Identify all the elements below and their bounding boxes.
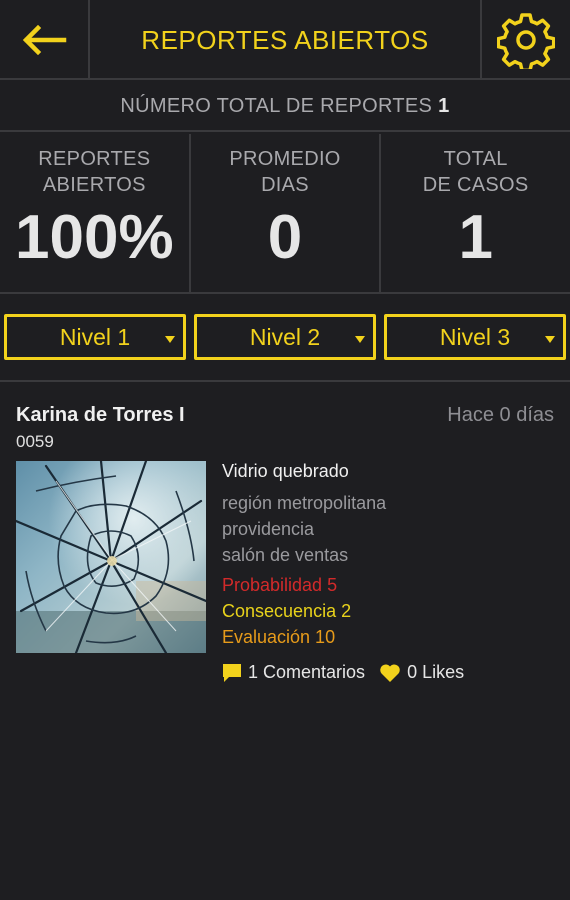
stat-label: PROMEDIO DIAS — [229, 148, 341, 196]
stat-label: REPORTES ABIERTOS — [38, 148, 151, 196]
stat-value: 0 — [267, 203, 303, 272]
dropdown-caret-icon — [545, 336, 555, 343]
report-card[interactable]: Karina de Torres I Hace 0 días 0059 Vidr… — [0, 384, 570, 714]
stat-total-cases: TOTAL DE CASOS 1 — [381, 134, 570, 292]
report-photo[interactable] — [16, 461, 206, 653]
total-reports-bar: NÚMERO TOTAL DE REPORTES 1 — [0, 82, 570, 132]
report-time-ago: Hace 0 días — [447, 404, 554, 426]
app-screen: REPORTES ABIERTOS NÚMERO TOTAL DE REPORT… — [0, 0, 570, 900]
dropdown-caret-icon — [355, 336, 365, 343]
stats-panel: REPORTES ABIERTOS 100% PROMEDIO DIAS 0 T… — [0, 134, 570, 294]
total-reports-label: NÚMERO TOTAL DE REPORTES — [120, 94, 433, 117]
report-commune: providencia — [222, 519, 315, 539]
stat-value: 1 — [458, 203, 493, 272]
stat-value: 100% — [15, 203, 174, 272]
report-author: Karina de Torres I — [16, 404, 185, 426]
level-3-dropdown[interactable]: Nivel 3 — [384, 314, 566, 360]
dropdown-label: Nivel 2 — [249, 323, 321, 350]
total-reports-count: 1 — [438, 94, 450, 117]
likes-count[interactable]: 0 Likes — [407, 662, 464, 683]
report-probability: Probabilidad 5 — [222, 575, 338, 595]
report-details: Vidrio quebrado región metropolitana pro… — [222, 458, 386, 650]
settings-button[interactable] — [480, 0, 570, 80]
level-filters: Nivel 1 Nivel 2 Nivel 3 — [0, 296, 570, 382]
likes-group[interactable]: 0 Likes — [379, 662, 464, 683]
report-meta: 1 Comentarios 0 Likes — [222, 662, 464, 683]
report-title: Vidrio quebrado — [222, 461, 349, 481]
dropdown-caret-icon — [165, 336, 175, 343]
comment-icon[interactable] — [222, 663, 242, 683]
report-evaluation: Evaluación 10 — [222, 627, 336, 647]
dropdown-label: Nivel 3 — [439, 323, 511, 350]
stat-label: TOTAL DE CASOS — [422, 148, 529, 196]
back-button[interactable] — [0, 0, 90, 80]
heart-icon[interactable] — [379, 663, 401, 683]
report-region: región metropolitana — [222, 493, 387, 513]
broken-glass-image — [16, 461, 206, 653]
gear-icon — [497, 13, 555, 69]
level-2-dropdown[interactable]: Nivel 2 — [194, 314, 376, 360]
report-place: salón de ventas — [222, 545, 349, 565]
report-id: 0059 — [16, 432, 54, 451]
stat-average-days: PROMEDIO DIAS 0 — [191, 134, 382, 292]
arrow-left-icon — [22, 25, 67, 55]
stat-open-reports: REPORTES ABIERTOS 100% — [0, 134, 191, 292]
top-bar: REPORTES ABIERTOS — [0, 0, 570, 80]
page-title: REPORTES ABIERTOS — [141, 24, 429, 55]
level-1-dropdown[interactable]: Nivel 1 — [4, 314, 186, 360]
report-consequence: Consecuencia 2 — [222, 601, 352, 621]
dropdown-label: Nivel 1 — [59, 323, 131, 350]
comments-count[interactable]: 1 Comentarios — [248, 662, 365, 683]
